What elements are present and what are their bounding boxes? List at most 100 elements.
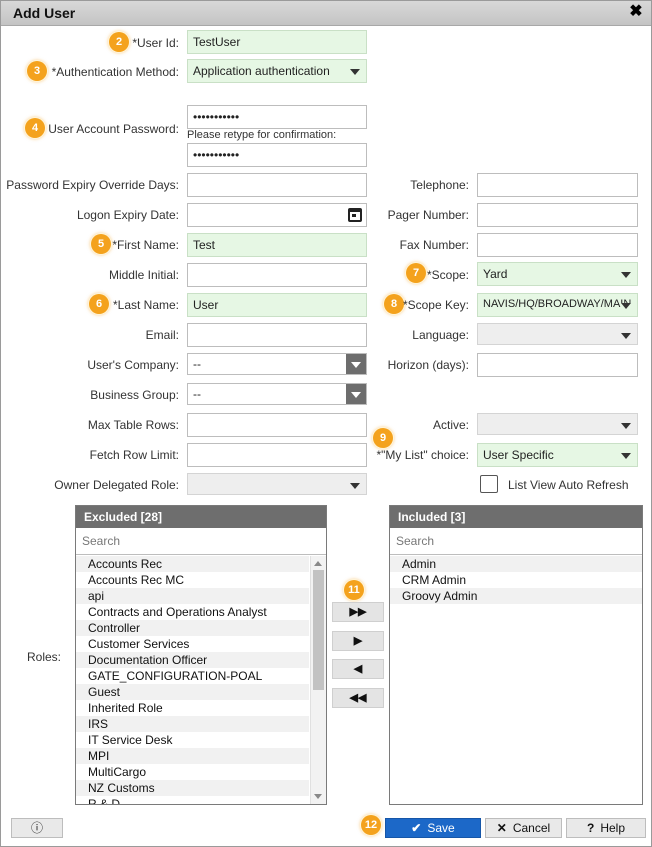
fetch-row-limit-input[interactable] [187,443,367,467]
fax-number-input[interactable] [477,233,638,257]
included-list-item[interactable]: CRM Admin [390,572,642,588]
chevron-down-icon [351,362,361,368]
business-group-dropdown-button[interactable] [346,384,366,404]
cancel-label: Cancel [512,821,551,835]
excluded-list-item[interactable]: api [76,588,309,604]
excluded-list-item[interactable]: IRS [76,716,309,732]
included-list-item[interactable]: Groovy Admin [390,588,642,604]
scope-key-value: NAVIS/HQ/BROADWAY/MAIN [483,298,632,310]
middle-initial-input[interactable] [187,263,367,287]
excluded-list-item[interactable]: MPI [76,748,309,764]
save-label: Save [427,821,455,835]
included-roles-list: Admin CRM Admin Groovy Admin [390,556,642,804]
middle-initial-label: Middle Initial: [108,268,179,282]
password-confirm-label: Please retype for confirmation: [187,129,337,141]
info-icon: ⓘ [30,821,43,835]
company-dropdown-button[interactable] [346,354,366,374]
step-badge-6: 6 [89,294,109,314]
max-table-rows-input[interactable] [187,413,367,437]
move-all-right-button[interactable]: ▶▶ [332,602,384,622]
move-left-button[interactable]: ◀ [332,659,384,679]
my-list-choice-value: User Specific [483,448,554,462]
company-select[interactable]: -- [187,353,367,375]
excluded-list-item[interactable]: NZ Customs [76,780,309,796]
first-name-input[interactable]: Test [187,233,367,257]
auth-method-label: *Authentication Method: [51,65,179,79]
checkmark-icon: ✔ [411,821,422,835]
first-name-label: *First Name: [112,238,179,252]
password-input[interactable]: ••••••••••• [187,105,367,129]
excluded-list-item[interactable]: Controller [76,620,309,636]
step-badge-2: 2 [109,32,129,52]
pw-expiry-override-label: Password Expiry Override Days: [6,178,179,192]
owner-delegated-role-select[interactable] [187,473,367,495]
excluded-list-item[interactable]: Customer Services [76,636,309,652]
info-button[interactable]: ⓘ [11,818,63,838]
excluded-roles-list: Accounts Rec Accounts Rec MC api Contracts … [76,556,309,804]
excluded-list-item[interactable]: Accounts Rec [76,556,309,572]
active-select[interactable] [477,413,638,435]
company-label: User's Company: [87,358,179,372]
scope-key-select[interactable]: NAVIS/HQ/BROADWAY/MAIN [477,293,638,317]
user-id-input[interactable]: TestUser [187,30,367,54]
logon-expiry-input[interactable] [187,203,367,227]
excluded-list-item[interactable]: Documentation Officer [76,652,309,668]
included-list-item[interactable]: Admin [390,556,642,572]
telephone-input[interactable] [477,173,638,197]
language-select[interactable] [477,323,638,345]
scroll-down-arrow-icon[interactable] [314,794,322,799]
excluded-roles-panel: Excluded [28] Search Accounts Rec Account… [75,505,327,805]
company-value: -- [193,357,201,371]
fax-number-label: Fax Number: [399,238,469,252]
title-bar: Add User ✖ [1,1,651,26]
horizon-days-input[interactable] [477,353,638,377]
scope-label: *Scope: [426,268,469,282]
move-right-button[interactable]: ▶ [332,631,384,651]
excluded-roles-scrollbar[interactable] [310,556,326,804]
chevron-down-icon [621,272,631,278]
pw-expiry-override-input[interactable] [187,173,367,197]
list-view-auto-refresh-checkbox[interactable] [480,475,498,493]
email-input[interactable] [187,323,367,347]
excluded-list-item[interactable]: Guest [76,684,309,700]
included-roles-search[interactable]: Search [390,528,642,555]
excluded-list-item[interactable]: R & D [76,796,309,804]
scope-key-label: *Scope Key: [402,298,469,312]
calendar-icon[interactable] [348,208,362,222]
excluded-roles-search[interactable]: Search [76,528,326,555]
save-button[interactable]: ✔ Save [385,818,481,838]
chevron-down-icon [621,423,631,429]
step-badge-5: 5 [91,234,111,254]
last-name-input[interactable]: User [187,293,367,317]
cancel-button[interactable]: ✕ Cancel [485,818,562,838]
business-group-select[interactable]: -- [187,383,367,405]
excluded-list-item[interactable]: IT Service Desk [76,732,309,748]
pager-number-label: Pager Number: [387,208,469,222]
excluded-list-item[interactable]: Contracts and Operations Analyst [76,604,309,620]
auth-method-select[interactable]: Application authentication [187,59,367,83]
step-badge-9: 9 [373,428,393,448]
email-label: Email: [145,328,179,342]
step-badge-7: 7 [406,263,426,283]
step-badge-4: 4 [25,118,45,138]
my-list-choice-label: *"My List" choice: [376,448,469,462]
excluded-list-item[interactable]: Inherited Role [76,700,309,716]
excluded-list-item[interactable]: MultiCargo [76,764,309,780]
help-button[interactable]: ? Help [566,818,646,838]
step-badge-8: 8 [384,294,404,314]
user-id-label: *User Id: [132,36,179,50]
scroll-thumb[interactable] [313,570,324,690]
move-all-left-button[interactable]: ◀◀ [332,688,384,708]
scroll-up-arrow-icon[interactable] [314,561,322,566]
roles-label: Roles: [26,650,61,664]
max-table-rows-label: Max Table Rows: [87,418,179,432]
pager-number-input[interactable] [477,203,638,227]
excluded-list-item[interactable]: GATE_CONFIGURATION-POAL [76,668,309,684]
chevron-down-icon [621,333,631,339]
close-icon[interactable]: ✖ [627,3,645,21]
excluded-list-item[interactable]: Accounts Rec MC [76,572,309,588]
scope-select[interactable]: Yard [477,262,638,286]
my-list-choice-select[interactable]: User Specific [477,443,638,467]
step-badge-3: 3 [27,61,47,81]
password-confirm-input[interactable]: ••••••••••• [187,143,367,167]
